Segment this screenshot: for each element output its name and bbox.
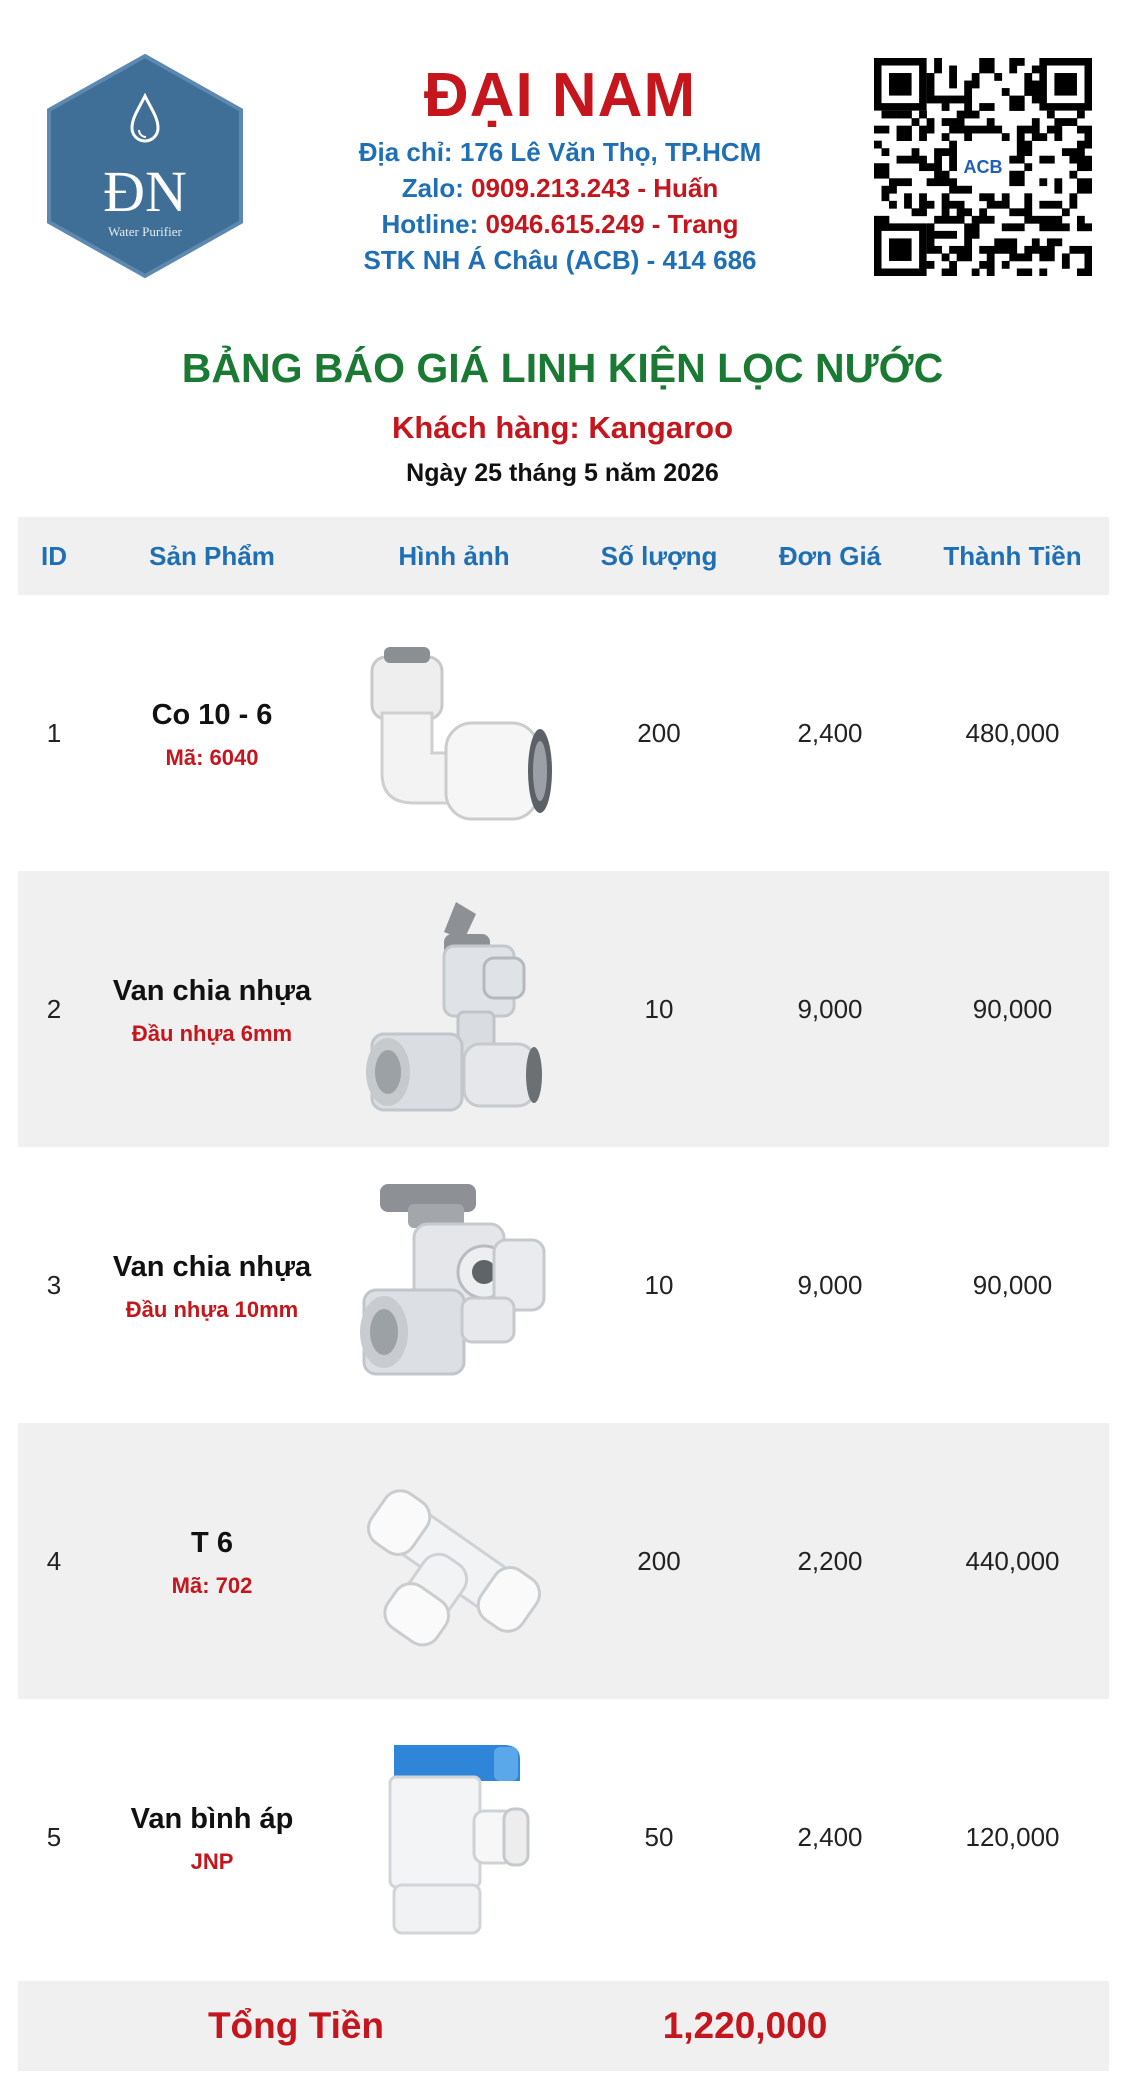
table-row: 3 Van chia nhựa Đầu nhựa 10mm 10 9,000 9… bbox=[18, 1147, 1109, 1423]
bank-label: STK NH Á Châu (ACB) - bbox=[363, 245, 663, 275]
product-code: Mã: 702 bbox=[171, 1573, 253, 1598]
row-unit-price: 2,400 bbox=[797, 1821, 863, 1852]
qr-code: ACB bbox=[874, 58, 1093, 277]
row-id: 1 bbox=[46, 717, 62, 748]
row-quantity: 200 bbox=[637, 1545, 681, 1576]
hotline-label: Hotline: bbox=[381, 209, 486, 239]
hotline-value: 0946.615.249 - Trang bbox=[485, 209, 739, 239]
company-info: ĐẠI NAM Địa chỉ: 176 Lê Văn Thọ, TP.HCM … bbox=[300, 58, 820, 278]
row-quantity: 200 bbox=[637, 717, 681, 748]
product-code: Đầu nhựa 6mm bbox=[131, 1021, 293, 1046]
tee-fitting-icon bbox=[334, 1423, 574, 1699]
row-id: 4 bbox=[46, 1545, 62, 1576]
product-name: T 6 bbox=[191, 1527, 233, 1559]
table-row: 4 T 6 Mã: 702 200 2,200 440,000 bbox=[18, 1423, 1109, 1699]
price-table: ID Sản Phẩm Hình ảnh Số lượng Đơn Giá Th… bbox=[18, 517, 1109, 2071]
company-name: ĐẠI NAM bbox=[423, 61, 697, 130]
row-product: T 6 Mã: 702 bbox=[90, 1523, 334, 1599]
product-name: Co 10 - 6 bbox=[151, 699, 273, 731]
row-unit-price: 2,200 bbox=[797, 1545, 863, 1576]
product-name: Van chia nhựa bbox=[112, 1251, 312, 1283]
product-code: Đầu nhựa 10mm bbox=[125, 1297, 299, 1322]
company-zalo: Zalo: 0909.213.243 - Huấn bbox=[300, 170, 820, 206]
row-id: 2 bbox=[46, 993, 62, 1024]
qr-badge: ACB bbox=[958, 152, 1008, 182]
table-row: 2 Van chia nhựa Đầu nhựa 6mm 10 9,000 90… bbox=[18, 871, 1109, 1147]
header-id: ID bbox=[41, 540, 67, 571]
total-label: Tổng Tiền bbox=[207, 2005, 385, 2046]
quote-date: Ngày 25 tháng 5 năm 2026 bbox=[406, 459, 719, 487]
logo-subtext: Water Purifier bbox=[108, 224, 182, 239]
row-id: 3 bbox=[46, 1269, 62, 1300]
row-line-total: 120,000 bbox=[965, 1821, 1060, 1852]
zalo-value: 0909.213.243 - Huấn bbox=[471, 173, 719, 203]
row-product: Co 10 - 6 Mã: 6040 bbox=[90, 695, 334, 771]
company-address: Địa chỉ: 176 Lê Văn Thọ, TP.HCM bbox=[358, 137, 762, 167]
row-line-total: 90,000 bbox=[972, 1269, 1053, 1300]
product-name: Van bình áp bbox=[130, 1803, 294, 1835]
product-code: Mã: 6040 bbox=[165, 745, 259, 770]
row-product: Van bình áp JNP bbox=[90, 1799, 334, 1875]
row-product: Van chia nhựa Đầu nhựa 6mm bbox=[90, 971, 334, 1047]
header-image: Hình ảnh bbox=[398, 540, 510, 571]
product-code: JNP bbox=[190, 1849, 234, 1874]
zalo-label: Zalo: bbox=[401, 173, 472, 203]
elbow-fitting-icon bbox=[334, 595, 574, 871]
header-product: Sản Phẩm bbox=[149, 540, 275, 571]
row-line-total: 90,000 bbox=[972, 993, 1053, 1024]
row-product: Van chia nhựa Đầu nhựa 10mm bbox=[90, 1247, 334, 1323]
bank-value: 414 686 bbox=[662, 245, 757, 275]
header-quantity: Số lượng bbox=[600, 540, 718, 571]
row-unit-price: 9,000 bbox=[797, 1269, 863, 1300]
row-id: 5 bbox=[46, 1821, 62, 1852]
row-unit-price: 2,400 bbox=[797, 717, 863, 748]
customer-name: Khách hàng: Kangaroo bbox=[391, 410, 733, 445]
company-logo: ĐN Water Purifier bbox=[44, 52, 246, 280]
company-bank: STK NH Á Châu (ACB) - 414 686 bbox=[300, 242, 820, 278]
header-line-total: Thành Tiền bbox=[943, 540, 1082, 571]
logo-text: ĐN bbox=[103, 159, 187, 224]
row-line-total: 480,000 bbox=[965, 717, 1060, 748]
total-row: Tổng Tiền 1,220,000 bbox=[18, 1981, 1109, 2071]
row-line-total: 440,000 bbox=[965, 1545, 1060, 1576]
row-unit-price: 9,000 bbox=[797, 993, 863, 1024]
table-row: 5 Van bình áp JNP 50 2,400 120,000 bbox=[18, 1699, 1109, 1975]
tank-valve-icon bbox=[334, 1699, 574, 1975]
header-unit-price: Đơn Giá bbox=[778, 540, 882, 571]
company-hotline: Hotline: 0946.615.249 - Trang bbox=[300, 206, 820, 242]
table-row: 1 Co 10 - 6 Mã: 6040 200 2,400 480,000 bbox=[18, 595, 1109, 871]
row-quantity: 50 bbox=[644, 1821, 674, 1852]
split-valve-icon bbox=[334, 1147, 574, 1423]
product-name: Van chia nhựa bbox=[112, 975, 312, 1007]
row-quantity: 10 bbox=[644, 993, 674, 1024]
split-valve-icon bbox=[334, 871, 574, 1147]
quote-title: BẢNG BÁO GIÁ LINH KIỆN LỌC NƯỚC bbox=[181, 345, 944, 391]
table-header: ID Sản Phẩm Hình ảnh Số lượng Đơn Giá Th… bbox=[18, 517, 1109, 595]
total-value: 1,220,000 bbox=[662, 2005, 828, 2046]
row-quantity: 10 bbox=[644, 1269, 674, 1300]
